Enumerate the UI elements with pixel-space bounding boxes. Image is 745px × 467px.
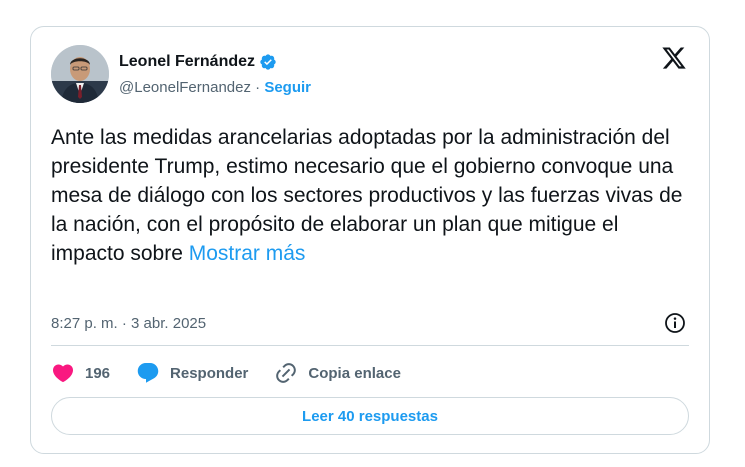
tweet-timestamp[interactable]: 8:27 p. m. · 3 abr. 2025: [51, 315, 206, 332]
reply-label: Responder: [170, 364, 249, 382]
handle-separator: ·: [250, 79, 265, 96]
heart-icon: [52, 364, 74, 383]
show-more-link[interactable]: Mostrar más: [189, 242, 306, 265]
tweet-body: Ante las medidas arancelarias adoptadas …: [51, 126, 683, 265]
follow-button[interactable]: Seguir: [264, 79, 311, 96]
speech-bubble-icon: [137, 363, 159, 383]
copy-link-button[interactable]: Copia enlace: [274, 361, 401, 385]
like-button[interactable]: 196: [51, 361, 110, 385]
tweet-embed-card: Leonel Fernández @LeonelFernandez · Segu…: [30, 26, 710, 454]
info-icon[interactable]: [663, 311, 687, 335]
author-avatar[interactable]: [51, 45, 109, 103]
link-icon: [276, 363, 297, 383]
tweet-actions: 196 Responder Copia enlace: [51, 360, 427, 386]
x-logo-icon[interactable]: [661, 45, 687, 71]
read-replies-button[interactable]: Leer 40 respuestas: [51, 397, 689, 435]
author-name[interactable]: Leonel Fernández: [119, 53, 255, 71]
tweet-text: Ante las medidas arancelarias adoptadas …: [51, 123, 696, 268]
reply-button[interactable]: Responder: [136, 361, 248, 385]
like-count: 196: [85, 364, 111, 382]
author-name-row: Leonel Fernández: [119, 53, 277, 71]
avatar-image: [51, 45, 109, 103]
divider: [51, 345, 689, 346]
copy-link-label: Copia enlace: [308, 364, 401, 382]
author-handle-row: @LeonelFernandez · Seguir: [119, 79, 311, 96]
author-handle[interactable]: @LeonelFernandez: [119, 79, 251, 96]
verified-badge-icon: [260, 54, 276, 70]
